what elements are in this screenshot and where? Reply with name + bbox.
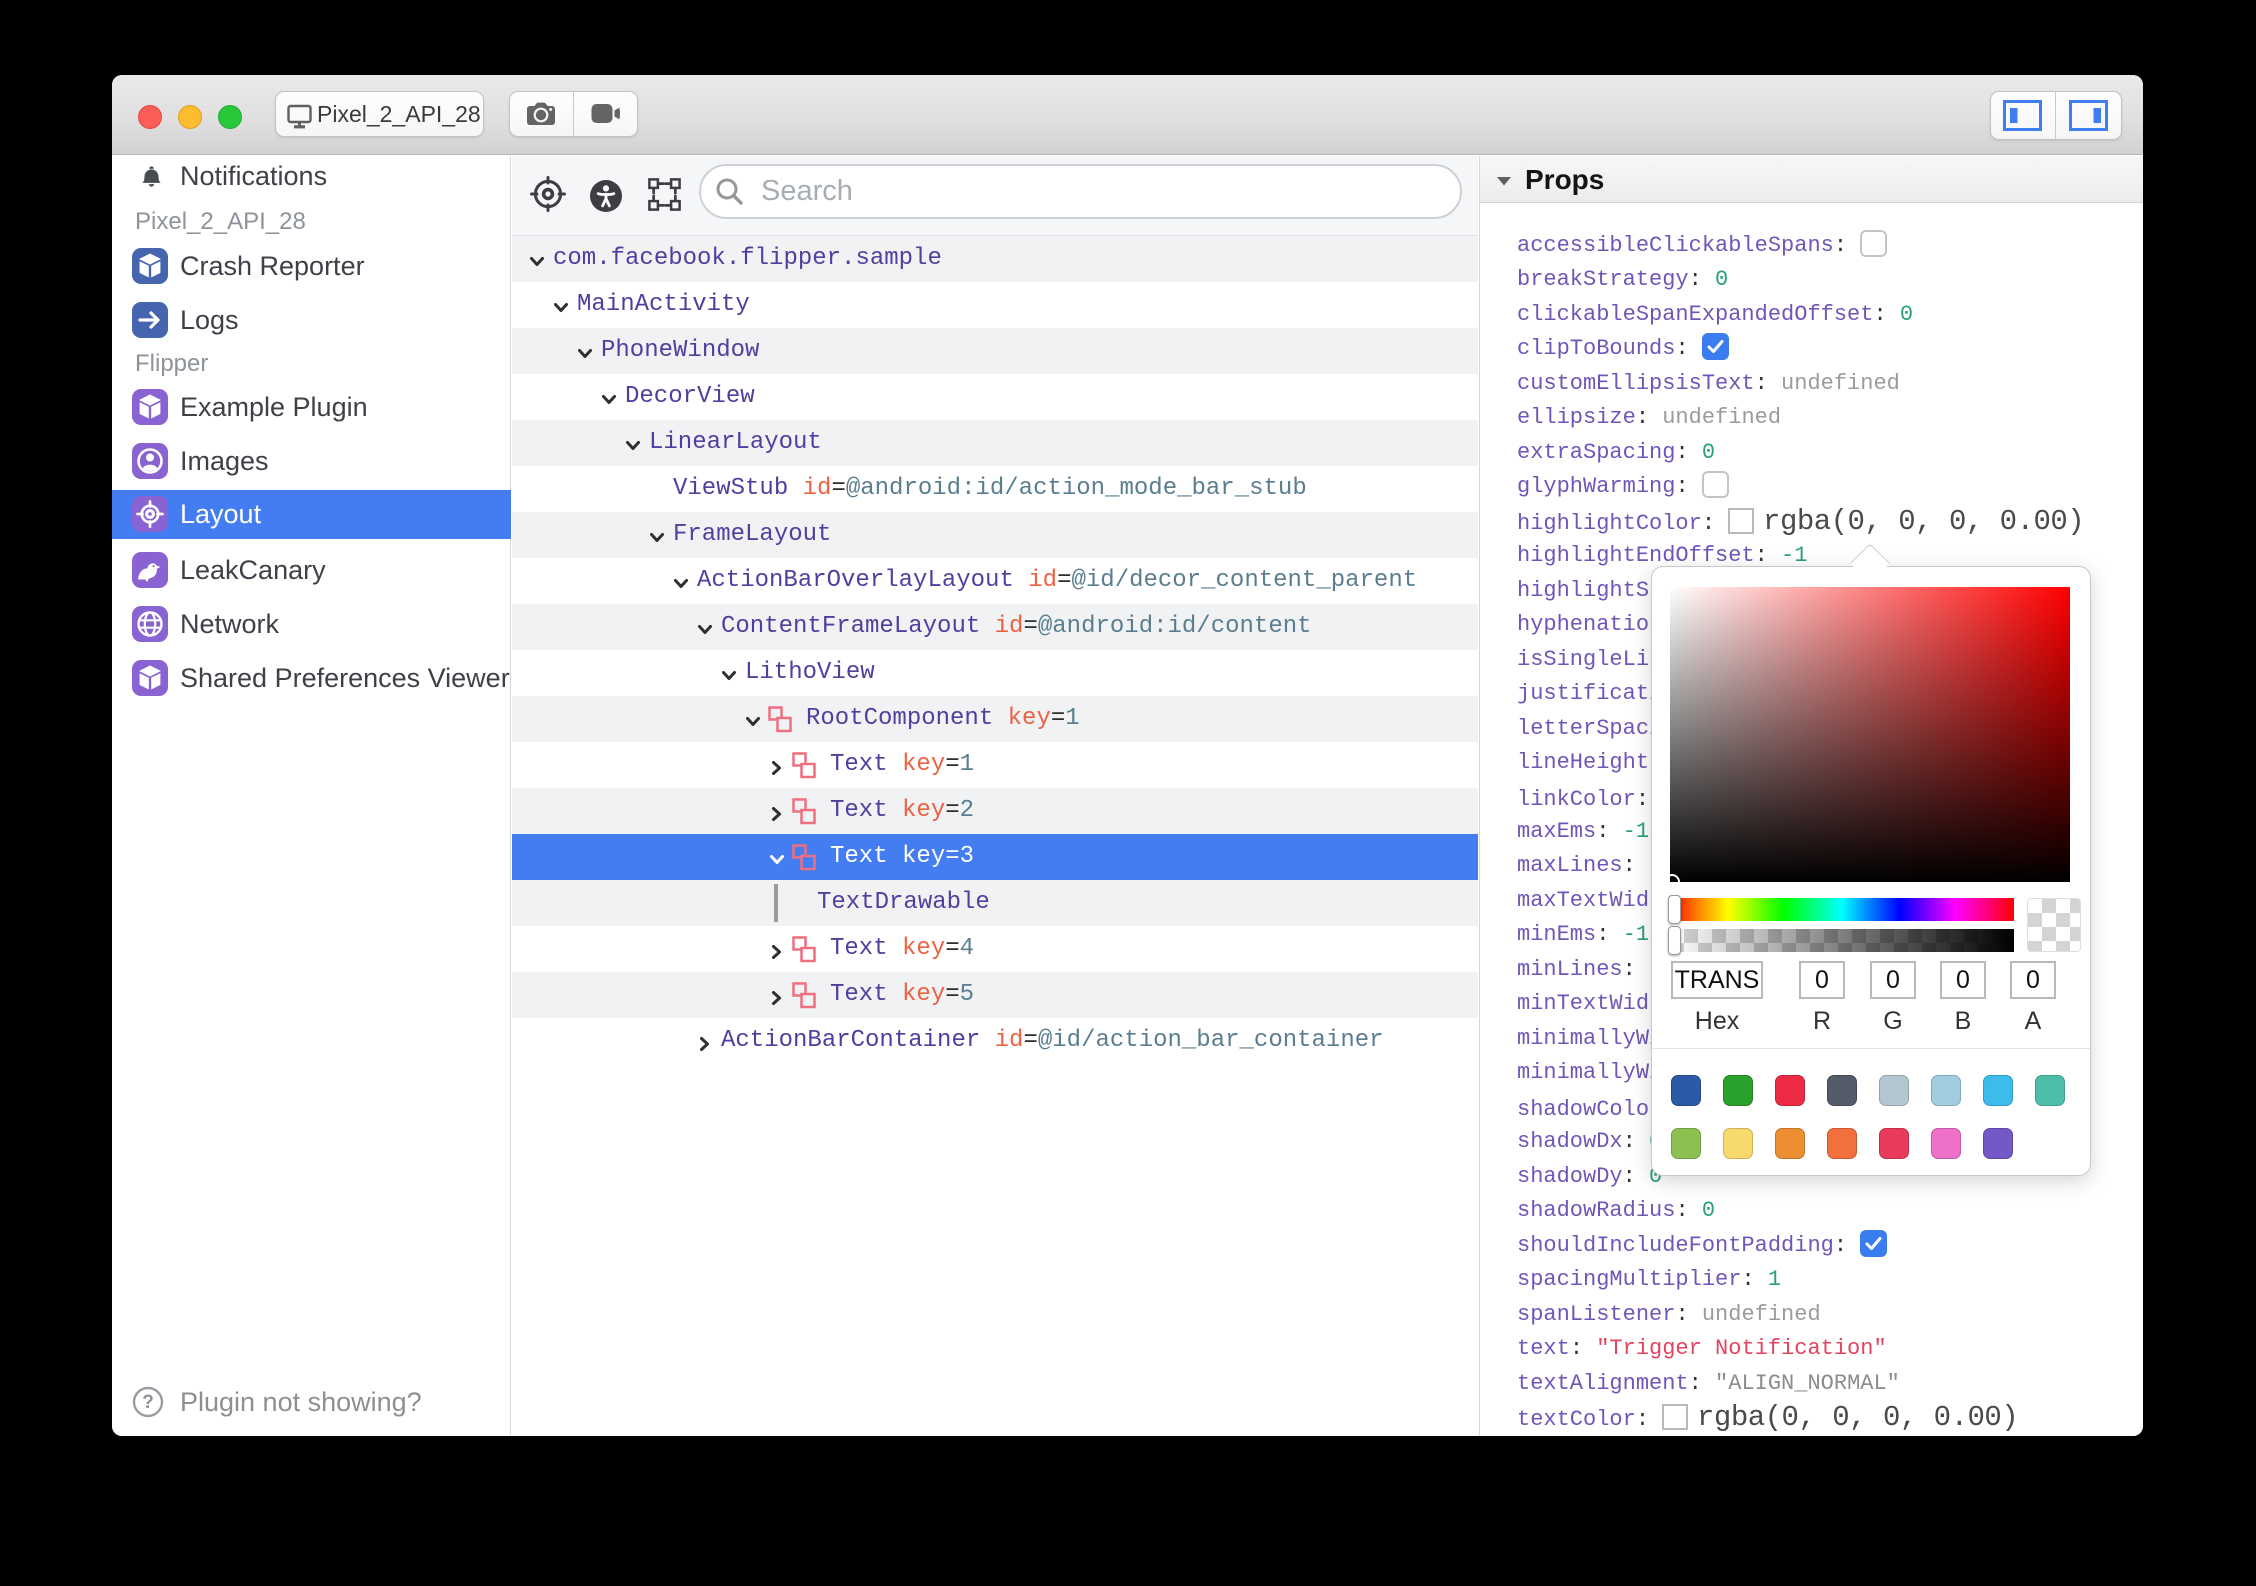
svg-text:?: ? — [142, 1392, 154, 1413]
